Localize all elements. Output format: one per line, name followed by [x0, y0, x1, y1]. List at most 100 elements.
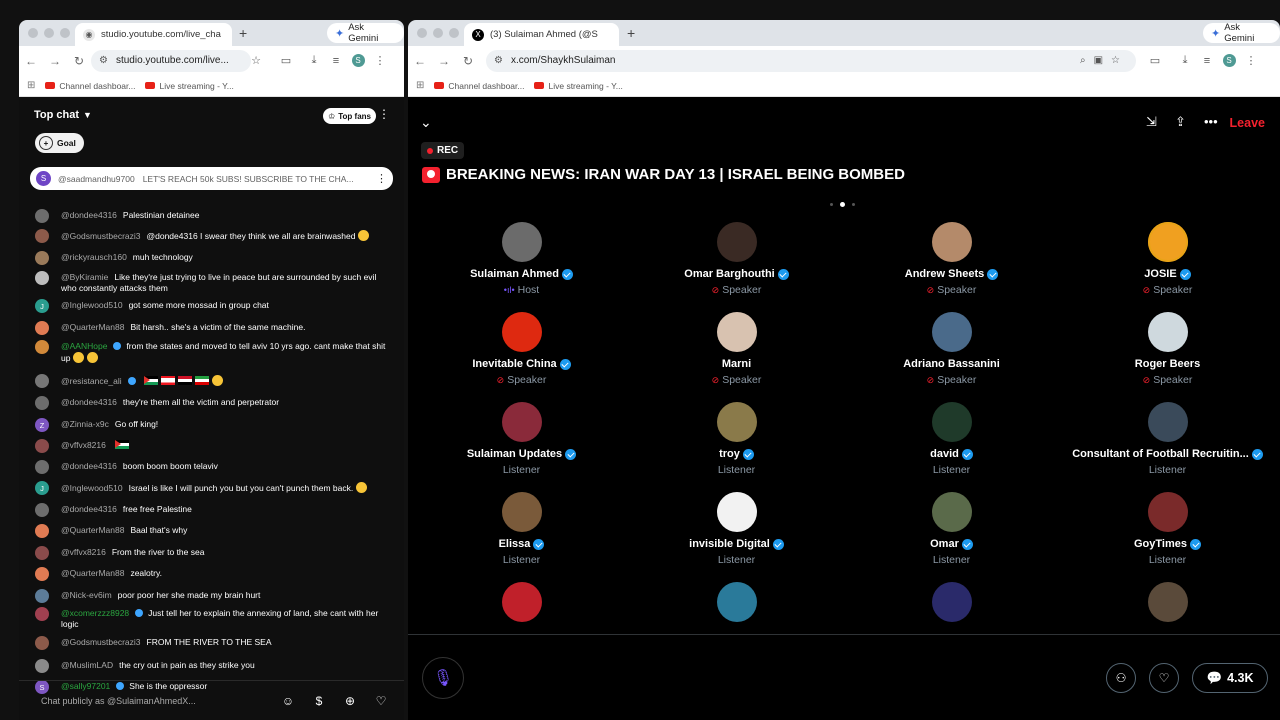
pinned-message[interactable]: S @saadmandhu9700 LET'S REACH 50k SUBS! …	[30, 167, 393, 190]
chat-message[interactable]: J @Inglewood510 Israel is like I will punc…	[35, 481, 392, 495]
participant[interactable]	[844, 582, 1059, 622]
participant[interactable]: Sulaiman Updates Listener	[414, 402, 629, 476]
add-icon[interactable]: ⊕	[341, 692, 359, 710]
bookmark-live-streaming[interactable]: Live streaming - Y...	[145, 81, 234, 91]
download-icon[interactable]: ⤓	[1174, 54, 1196, 67]
heart-icon[interactable]: ♡	[372, 692, 390, 710]
chat-message[interactable]: @vffvx8216 From the river to the sea	[35, 546, 392, 560]
chat-message[interactable]: Z @Zinnia-x9c Go off king!	[35, 418, 392, 432]
chat-mode-selector[interactable]: Top chat ▼	[34, 109, 92, 121]
react-button[interactable]: ♡	[1149, 663, 1179, 693]
collapse-chevron-icon[interactable]: ⌄	[420, 114, 432, 131]
dock-icon[interactable]: ⇲	[1146, 114, 1157, 130]
comments-button[interactable]: 💬 4.3K	[1192, 663, 1268, 693]
participant[interactable]: Andrew Sheets ⊘ Speaker	[844, 222, 1059, 296]
profile-avatar[interactable]: S	[347, 54, 369, 67]
participant[interactable]: invisible Digital Listener	[629, 492, 844, 566]
chat-message[interactable]: @QuarterMan88 Bit harsh.. she's a victim …	[35, 321, 392, 335]
chat-message[interactable]: @resistance_ali	[35, 374, 392, 388]
participant[interactable]: JOSIE ⊘ Speaker	[1060, 222, 1275, 296]
zoom-icon[interactable]: ⌕	[1080, 55, 1086, 66]
participant[interactable]: troy Listener	[629, 402, 844, 476]
chat-message[interactable]: @Godsmustbecrazi3 FROM THE RIVER TO THE S…	[35, 636, 392, 650]
address-bar[interactable]: ⚙ x.com/ShaykhSulaiman ⌕ ▣ ☆	[486, 49, 1136, 72]
participant[interactable]: Inevitable China ⊘ Speaker	[414, 312, 629, 386]
chat-message[interactable]: @ByKiramie Like they're just trying to li…	[35, 271, 392, 294]
close-window-dot[interactable]	[417, 28, 427, 38]
tab-x-space[interactable]: X (3) Sulaiman Ahmed (@S ◂) ×	[464, 23, 619, 118]
chat-message[interactable]: @dondee4316 boom boom boom telaviv	[35, 460, 392, 474]
media-icon[interactable]: ≡	[1196, 55, 1218, 67]
super-chat-icon[interactable]: $	[310, 692, 328, 710]
tab-youtube-studio[interactable]: ◉ studio.youtube.com/live_cha ×	[75, 23, 232, 117]
site-info-icon[interactable]: ⚙	[99, 55, 108, 66]
address-bar[interactable]: ⚙ studio.youtube.com/live...	[91, 49, 251, 72]
ask-gemini-button[interactable]: ✦ Ask Gemini	[1203, 22, 1280, 44]
goal-button[interactable]: + Goal	[35, 133, 84, 153]
chat-message[interactable]: @dondee4316 Palestinian detainee	[35, 209, 392, 223]
chat-input[interactable]: Chat publicly as @SulaimanAhmedX...	[41, 696, 266, 706]
chat-message[interactable]: @Nick-ev6im poor poor her she made my bra…	[35, 589, 392, 603]
participant[interactable]	[414, 582, 629, 622]
browser-menu-icon[interactable]: ⋮	[1240, 54, 1262, 67]
ask-gemini-button[interactable]: ✦ Ask Gemini	[327, 22, 404, 44]
chat-message[interactable]: @rickyrausch160 muh technology	[35, 251, 392, 265]
browser-menu-icon[interactable]: ⋮	[369, 54, 391, 67]
chat-message[interactable]: J @Inglewood510 got some more mossad in gr…	[35, 299, 392, 313]
pinned-more-icon[interactable]: ⋮	[376, 172, 387, 185]
chat-message[interactable]: @xcomerzzz8928 Just tell her to explain t…	[35, 607, 392, 630]
minimize-window-dot[interactable]	[44, 28, 54, 38]
chat-message[interactable]: @vffvx8216	[35, 439, 392, 453]
download-icon[interactable]: ⤓	[303, 54, 325, 67]
participant[interactable]: Marni ⊘ Speaker	[629, 312, 844, 386]
site-info-icon[interactable]: ⚙	[494, 55, 503, 66]
new-tab-icon[interactable]: +	[239, 25, 247, 41]
profile-avatar[interactable]: S	[1218, 54, 1240, 67]
forward-icon[interactable]: →	[432, 54, 456, 68]
bookmark-star-icon[interactable]: ☆	[245, 54, 267, 67]
participant[interactable]: Omar Listener	[844, 492, 1059, 566]
apps-grid-icon[interactable]: ⊞	[416, 80, 424, 91]
microphone-button[interactable]: 🎙	[422, 657, 464, 699]
chat-message[interactable]: @Godsmustbecrazi3 @donde4316 I swear they…	[35, 229, 392, 243]
cast-icon[interactable]: ▭	[275, 54, 297, 67]
top-fans-button[interactable]: ♔ Top fans	[323, 108, 376, 124]
reload-icon[interactable]: ↻	[456, 54, 480, 68]
new-tab-icon[interactable]: +	[627, 25, 635, 41]
participant[interactable]: Consultant of Football Recruitin... Liste…	[1060, 402, 1275, 476]
participant[interactable]: Roger Beers ⊘ Speaker	[1060, 312, 1275, 386]
participant[interactable]	[629, 582, 844, 622]
zoom-window-dot[interactable]	[60, 28, 70, 38]
more-icon[interactable]: •••	[1204, 114, 1218, 129]
zoom-window-dot[interactable]	[449, 28, 459, 38]
participant[interactable]: Elissa Listener	[414, 492, 629, 566]
forward-icon[interactable]: →	[43, 54, 67, 68]
leave-button[interactable]: Leave	[1230, 116, 1265, 130]
minimize-window-dot[interactable]	[433, 28, 443, 38]
share-icon[interactable]: ⇪	[1175, 114, 1186, 130]
bookmark-star-icon[interactable]: ☆	[1111, 55, 1120, 66]
media-icon[interactable]: ≡	[325, 55, 347, 67]
people-button[interactable]: ⚇	[1106, 663, 1136, 693]
chat-message[interactable]: @dondee4316 free free Palestine	[35, 503, 392, 517]
bookmark-live-streaming[interactable]: Live streaming - Y...	[534, 81, 623, 91]
chat-message[interactable]: @dondee4316 they're them all the victim a…	[35, 396, 392, 410]
back-icon[interactable]: ←	[19, 54, 43, 68]
bookmark-channel-dashboard[interactable]: Channel dashboar...	[434, 81, 524, 91]
chat-message[interactable]: @AANHope from the states and moved to tel…	[35, 340, 392, 364]
participant[interactable]: david Listener	[844, 402, 1059, 476]
chat-message[interactable]: @QuarterMan88 zealotry.	[35, 567, 392, 581]
bookmark-channel-dashboard[interactable]: Channel dashboar...	[45, 81, 135, 91]
reload-icon[interactable]: ↻	[67, 54, 91, 68]
cast-icon[interactable]: ▭	[1144, 54, 1166, 67]
apps-grid-icon[interactable]: ⊞	[27, 80, 35, 91]
chat-message[interactable]: @MuslimLAD the cry out in pain as they st…	[35, 659, 392, 673]
participant[interactable]: Omar Barghouthi ⊘ Speaker	[629, 222, 844, 296]
chat-more-icon[interactable]: ⋮	[378, 107, 390, 121]
emoji-icon[interactable]: ☺	[279, 692, 297, 710]
chat-message[interactable]: @QuarterMan88 Baal that's why	[35, 524, 392, 538]
participant[interactable]: Adriano Bassanini ⊘ Speaker	[844, 312, 1059, 386]
close-window-dot[interactable]	[28, 28, 38, 38]
participant[interactable]	[1060, 582, 1275, 622]
back-icon[interactable]: ←	[408, 54, 432, 68]
